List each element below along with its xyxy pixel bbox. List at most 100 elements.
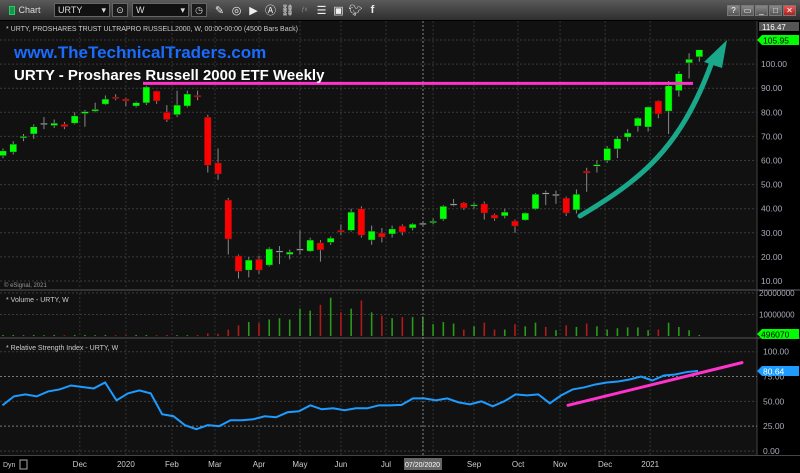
volume-bar xyxy=(22,335,25,336)
candle-body xyxy=(541,192,550,195)
candle-body xyxy=(152,90,161,102)
volume-bar xyxy=(32,334,35,336)
candle-body xyxy=(111,96,120,99)
price-top-value: 116.47 xyxy=(762,23,786,32)
volume-bar xyxy=(585,323,588,336)
candle-body xyxy=(132,102,140,107)
candle-body xyxy=(511,220,519,227)
candle-body xyxy=(245,259,253,271)
volume-bar xyxy=(698,334,701,336)
dyn-label[interactable]: Dyn xyxy=(3,462,16,469)
volume-bar xyxy=(237,325,240,336)
volume-bar xyxy=(360,300,363,336)
candle-body xyxy=(695,49,704,58)
volume-bar xyxy=(483,322,486,336)
volume-bar xyxy=(94,335,96,336)
candle-body xyxy=(224,199,233,240)
time-tick-label: Mar xyxy=(208,460,222,469)
volume-bar xyxy=(186,335,189,336)
volume-bar xyxy=(575,326,578,336)
candle-body xyxy=(449,203,458,206)
volume-bar xyxy=(503,329,506,336)
candle-body xyxy=(460,202,468,209)
rsi-tick-label: 0.00 xyxy=(763,446,780,456)
time-tick-label: Dec xyxy=(73,460,87,469)
time-tick-label: Dec xyxy=(598,460,612,469)
candle-body xyxy=(19,136,28,139)
volume-bar xyxy=(647,330,649,336)
candle-body xyxy=(101,98,110,105)
candle-body xyxy=(163,112,171,120)
volume-bar xyxy=(442,322,445,336)
rsi-last-badge: 80.64 xyxy=(757,366,799,377)
candle-body xyxy=(593,164,601,167)
candle-body xyxy=(357,208,366,236)
scale-icon[interactable] xyxy=(19,459,28,470)
candle-body xyxy=(470,204,478,207)
volume-bar xyxy=(247,322,250,336)
price-tick-label: 70.00 xyxy=(761,131,783,141)
candle-body xyxy=(193,95,202,98)
candle-body xyxy=(531,193,540,210)
rsi-last-value: 80.64 xyxy=(763,367,785,377)
volume-bar xyxy=(227,329,230,336)
volume-bar xyxy=(329,297,332,336)
crosshair-date-badge: 07/20/2020 xyxy=(404,458,442,470)
candle-body xyxy=(439,206,448,220)
candle-body xyxy=(419,222,427,225)
time-tick-label: Feb xyxy=(165,460,179,469)
candle-body xyxy=(562,197,570,214)
price-tick-label: 80.00 xyxy=(761,107,783,117)
volume-bar xyxy=(309,310,311,336)
volume-bar xyxy=(288,319,291,336)
price-top-badge: 116.47 xyxy=(759,22,799,32)
volume-bar xyxy=(411,317,414,336)
volume-bar xyxy=(63,335,66,336)
volume-bar xyxy=(114,335,117,336)
candle-body xyxy=(285,251,294,255)
candle-body xyxy=(326,237,335,243)
candle-body xyxy=(654,100,663,115)
candle-body xyxy=(634,117,642,127)
candle-body xyxy=(552,193,560,196)
crosshair-date: 07/20/2020 xyxy=(405,462,440,469)
price-tick-label: 60.00 xyxy=(761,156,783,166)
volume-bar xyxy=(340,312,342,336)
candle-body xyxy=(623,132,632,138)
volume-bar xyxy=(2,334,4,336)
rsi-tick-label: 25.00 xyxy=(763,421,785,431)
price-tick-label: 100.00 xyxy=(761,59,787,69)
candle-body xyxy=(234,255,243,272)
candle-body xyxy=(265,248,273,266)
candle-body xyxy=(275,250,284,253)
price-panel-header: * URTY, PROSHARES TRUST ULTRAPRO RUSSELL… xyxy=(6,26,298,33)
volume-bar xyxy=(544,326,547,336)
rsi-tick-label: 50.00 xyxy=(763,396,785,406)
volume-bar xyxy=(667,322,670,336)
volume-bar xyxy=(473,326,475,336)
candle-body xyxy=(142,86,151,104)
copyright: © eSignal, 2021 xyxy=(4,282,47,289)
candle-body xyxy=(480,203,489,214)
volume-bar xyxy=(678,326,680,336)
chart-area[interactable]: 110.00100.0090.0080.0070.0060.0050.0040.… xyxy=(0,0,800,473)
volume-bar xyxy=(145,334,148,336)
rsi-tick-label: 100.00 xyxy=(763,347,789,357)
candle-body xyxy=(0,150,7,156)
candle-body xyxy=(9,143,17,153)
rsi-panel-header: * Relative Strength Index - URTY, W xyxy=(6,345,119,352)
volume-bar xyxy=(452,323,455,336)
volume-bar xyxy=(626,327,629,336)
volume-bar xyxy=(493,329,496,336)
time-tick-label: Jun xyxy=(334,460,347,469)
chart-title: URTY - Proshares Russell 2000 ETF Weekly xyxy=(14,67,325,84)
candle-body xyxy=(408,223,417,229)
volume-bar xyxy=(350,308,352,336)
candle-body xyxy=(306,239,314,252)
last-price-badge: 105.95 xyxy=(757,35,799,46)
candle-body xyxy=(173,104,181,115)
candle-body xyxy=(613,138,622,150)
time-tick-label: Jul xyxy=(381,460,391,469)
time-tick-label: May xyxy=(292,460,307,469)
volume-bar xyxy=(135,334,137,336)
